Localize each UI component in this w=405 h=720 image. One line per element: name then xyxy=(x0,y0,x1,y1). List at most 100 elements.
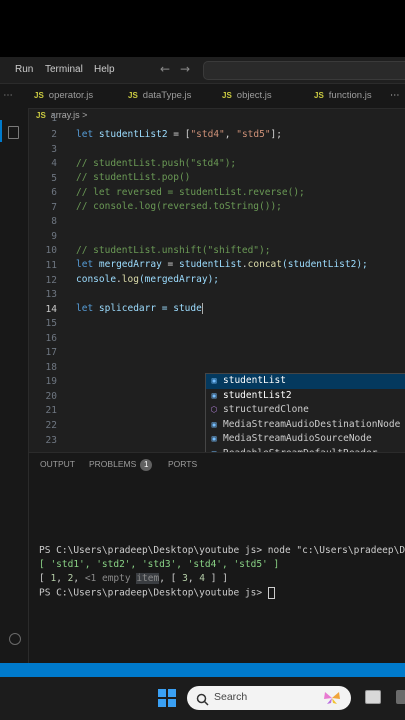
editor-tab-bar: ⋯ JS operator.js JS dataType.js JS object.j… xyxy=(0,84,405,109)
tab-ports[interactable]: PORTS xyxy=(168,459,197,469)
tab-object-js[interactable]: JS object.js xyxy=(222,84,272,108)
highlighted-word: item xyxy=(136,573,160,584)
line-number: 14 xyxy=(45,303,57,315)
status-bar xyxy=(0,663,405,677)
variable-icon: ▣ xyxy=(211,419,217,429)
more-tabs-icon[interactable]: ⋯ xyxy=(390,84,400,108)
command-center-search[interactable] xyxy=(203,61,405,80)
variable-name: studentList2 xyxy=(98,129,168,140)
line-number: 13 xyxy=(45,289,57,301)
terminal-line-3: [ 1, 2, <1 empty item, [ 3, 4 ] ] xyxy=(39,573,228,584)
search-highlight-icon xyxy=(323,690,341,710)
account-icon[interactable] xyxy=(9,633,21,645)
javascript-file-icon: JS xyxy=(222,91,232,100)
variable-name: console xyxy=(76,274,117,285)
line-number: 5 xyxy=(51,172,57,184)
operator: = [ xyxy=(167,129,191,140)
variable-name: studentList xyxy=(179,259,242,270)
javascript-file-icon: JS xyxy=(314,91,324,100)
forward-arrow-icon[interactable]: → xyxy=(180,62,190,76)
suggestion-item[interactable]: ▣ studentList2 xyxy=(206,389,405,404)
code-line-7: // console.log(reversed.toString()); xyxy=(76,201,282,212)
tab-problems[interactable]: PROBLEMS 1 xyxy=(89,459,153,471)
tab-label: dataType.js xyxy=(142,90,192,101)
keyword-let: let xyxy=(76,129,94,140)
search-placeholder: Search xyxy=(214,691,248,703)
search-icon xyxy=(196,691,209,710)
menu-run[interactable]: Run xyxy=(15,64,33,75)
terminal-cursor xyxy=(267,587,275,599)
tab-label: function.js xyxy=(328,90,372,101)
line-number: 21 xyxy=(45,405,57,417)
suggestion-item[interactable]: ⬡ structuredClone xyxy=(206,403,405,418)
problems-count-badge: 1 xyxy=(140,459,153,471)
taskbar-search-box[interactable]: Search xyxy=(187,686,351,710)
line-number: 12 xyxy=(45,274,57,286)
code-line-4: // studentList.push("std4"); xyxy=(76,158,237,169)
keyword-let: let xyxy=(76,303,94,314)
punctuation: , xyxy=(187,573,200,584)
line-number: 11 xyxy=(45,259,57,271)
tab-label: object.js xyxy=(236,90,272,101)
code-line-14[interactable]: let splicedarr = stude xyxy=(76,303,203,314)
tab-function-js[interactable]: JS function.js xyxy=(314,84,372,108)
line-number: 23 xyxy=(45,434,57,446)
code-line-10: // studentList.unshift("shifted"); xyxy=(76,245,271,256)
text-cursor xyxy=(201,303,203,314)
punctuation: , [ xyxy=(159,573,183,584)
taskbar-app-icon[interactable] xyxy=(396,690,405,704)
variable-icon: ▣ xyxy=(211,376,217,385)
line-number: 4 xyxy=(51,158,57,170)
suggestion-item[interactable]: ▣ studentList xyxy=(206,374,405,389)
line-number: 18 xyxy=(45,361,57,373)
code-line-2: let studentList2 = ["std4", "std5"]; xyxy=(76,129,282,140)
line-number: 22 xyxy=(45,420,57,431)
terminal-prompt[interactable]: PS C:\Users\pradeep\Desktop\youtube js> xyxy=(39,587,275,599)
method-name: log xyxy=(121,274,139,285)
line-number: 8 xyxy=(51,216,57,228)
tab-problems-label: PROBLEMS xyxy=(89,459,137,469)
punctuation: , xyxy=(56,573,68,584)
punctuation: ]; xyxy=(270,129,282,140)
back-arrow-icon[interactable]: ← xyxy=(160,62,170,76)
menu-terminal[interactable]: Terminal xyxy=(45,64,83,75)
variable-name: mergedArray xyxy=(98,259,162,270)
more-actions-icon[interactable]: ⋯ xyxy=(0,84,16,108)
line-number: 9 xyxy=(51,230,57,242)
suggestion-label: MediaStreamAudioSourceNode xyxy=(223,433,372,445)
empty-slot-text: <1 empty xyxy=(84,573,131,584)
explorer-icon[interactable] xyxy=(8,126,19,139)
keyword-let: let xyxy=(76,259,94,270)
suggestion-item[interactable]: ▣ MediaStreamAudioSourceNode xyxy=(206,432,405,447)
punctuation: , xyxy=(73,573,85,584)
prompt-text: PS C:\Users\pradeep\Desktop\youtube js> xyxy=(39,587,268,599)
menu-help[interactable]: Help xyxy=(94,64,115,75)
windows-taskbar: Search xyxy=(0,677,405,720)
menu-bar: Run Terminal Help ← → xyxy=(0,57,405,84)
breadcrumb-separator: > xyxy=(82,110,88,120)
javascript-file-icon: JS xyxy=(128,91,138,100)
terminal-line-1: PS C:\Users\pradeep\Desktop\youtube js> … xyxy=(39,545,405,556)
suggestion-label: structuredClone xyxy=(223,404,309,416)
line-number: 16 xyxy=(45,332,57,344)
code-line-12: console.log(mergedArray); xyxy=(76,274,219,285)
bottom-panel: OUTPUT PROBLEMS 1 PORTS PS C:\Users\prade… xyxy=(29,452,405,667)
line-number: 20 xyxy=(45,390,57,402)
line-number: 17 xyxy=(45,347,57,359)
tab-datatype-js[interactable]: JS dataType.js xyxy=(128,84,191,108)
task-view-icon[interactable] xyxy=(365,690,381,704)
punctuation: ] ] xyxy=(205,573,228,584)
line-number: 2 xyxy=(51,129,57,140)
tab-output[interactable]: OUTPUT xyxy=(40,459,75,469)
tab-operator-js[interactable]: JS operator.js xyxy=(34,84,93,108)
terminal-line-2: [ 'std1', 'std2', 'std3', 'std4', 'std5'… xyxy=(39,559,280,570)
line-number: 6 xyxy=(51,187,57,199)
suggestion-item[interactable]: ▣ MediaStreamAudioDestinationNode xyxy=(206,418,405,433)
windows-start-icon[interactable] xyxy=(158,689,176,707)
variable-icon: ▣ xyxy=(211,434,217,444)
line-number: 1 xyxy=(51,113,57,124)
code-line-5: // studentList.pop() xyxy=(76,172,191,183)
line-number: 15 xyxy=(45,318,57,330)
tab-label: operator.js xyxy=(48,90,94,101)
active-view-indicator xyxy=(0,120,2,142)
